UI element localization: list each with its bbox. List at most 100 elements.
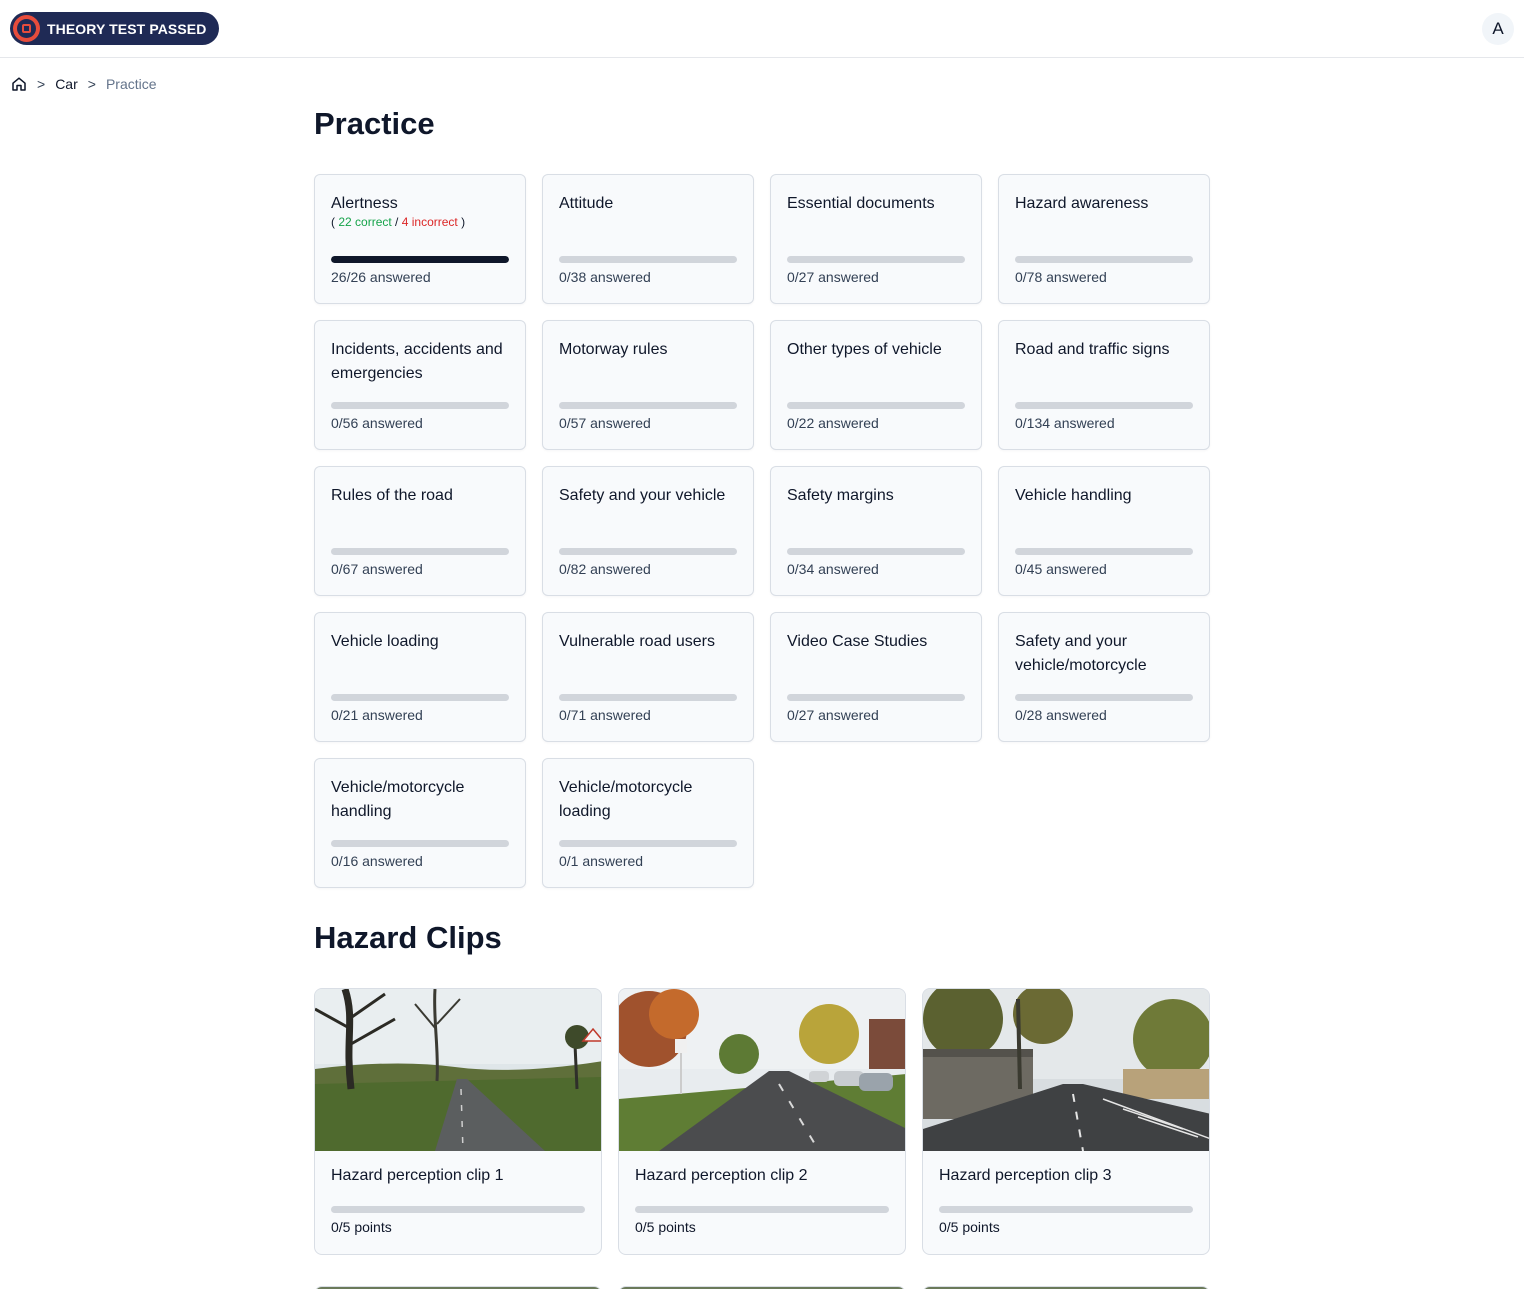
topic-title: Vehicle/motorcycle loading [559,779,693,820]
hazard-clips-grid: Hazard perception clip 1 0/5 points Haza… [314,988,1211,1255]
answered-count: 0/45 answered [1015,561,1107,577]
progress-bar [787,694,965,701]
clip-thumbnail-image [923,989,1209,1151]
progress-fill [331,256,509,263]
progress-bar [331,402,509,409]
practice-topic-card[interactable]: Vehicle/motorcycle loading 0/1 answered [542,758,754,888]
topic-title: Safety and your vehicle [559,487,726,504]
answered-count: 0/38 answered [559,269,651,285]
breadcrumb-separator: > [37,76,46,92]
answered-count: 0/82 answered [559,561,651,577]
practice-topic-card[interactable]: Rules of the road 0/67 answered [314,466,526,596]
practice-topic-card[interactable]: Safety and your vehicle 0/82 answered [542,466,754,596]
progress-bar [331,256,509,263]
answered-count: 0/16 answered [331,853,423,869]
answered-count: 0/1 answered [559,853,644,869]
practice-topic-card[interactable]: Alertness ( 22 correct / 4 incorrect ) 2… [314,174,526,304]
progress-bar [1015,548,1193,555]
hazard-clips-heading: Hazard Clips [314,920,502,955]
progress-bar [331,548,509,555]
practice-topic-card[interactable]: Vehicle loading 0/21 answered [314,612,526,742]
practice-topic-card[interactable]: Vehicle/motorcycle handling 0/16 answere… [314,758,526,888]
topic-title: Vulnerable road users [559,633,715,650]
score-paren: ( [331,215,335,229]
site-logo[interactable]: THEORY TEST PASSED [10,12,219,45]
progress-bar [635,1206,889,1213]
answered-count: 0/134 answered [1015,415,1115,431]
practice-topic-card[interactable]: Essential documents 0/27 answered [770,174,982,304]
incorrect-count: 4 incorrect [401,215,458,229]
clip-title: Hazard perception clip 3 [939,1167,1112,1184]
user-avatar[interactable]: A [1482,13,1514,45]
practice-topic-card[interactable]: Road and traffic signs 0/134 answered [998,320,1210,450]
clip-thumbnail-image [619,989,905,1151]
topic-title: Vehicle handling [1015,487,1132,504]
topic-title: Essential documents [787,195,935,212]
topic-title: Rules of the road [331,487,453,504]
topic-title: Incidents, accidents and emergencies [331,341,503,382]
breadcrumb-separator: > [87,76,96,92]
topic-title: Motorway rules [559,341,668,358]
progress-bar [1015,694,1193,701]
topic-title: Hazard awareness [1015,195,1149,212]
score-paren: ) [461,215,466,229]
practice-topic-card[interactable]: Video Case Studies 0/27 answered [770,612,982,742]
answered-count: 0/27 answered [787,707,879,723]
clip-points: 0/5 points [331,1219,392,1235]
practice-topic-card[interactable]: Vehicle handling 0/45 answered [998,466,1210,596]
practice-topic-card[interactable]: Other types of vehicle 0/22 answered [770,320,982,450]
logo-badge-icon [13,15,40,42]
home-icon[interactable] [11,76,27,92]
breadcrumb: > Car > Practice [11,75,157,93]
topic-title: Attitude [559,195,614,212]
hazard-clip-card[interactable]: Hazard perception clip 1 0/5 points [314,988,602,1255]
clip-points: 0/5 points [939,1219,1000,1235]
clip-thumbnail-image [315,989,601,1151]
topic-title: Safety and your vehicle/motorcycle [1015,633,1147,674]
clip-points: 0/5 points [635,1219,696,1235]
answered-count: 0/34 answered [787,561,879,577]
answered-count: 0/71 answered [559,707,651,723]
progress-bar [559,694,737,701]
progress-bar [787,548,965,555]
topic-title: Video Case Studies [787,633,928,650]
topic-title: Vehicle/motorcycle handling [331,779,465,820]
answered-count: 0/27 answered [787,269,879,285]
topic-title: Safety margins [787,487,894,504]
answered-count: 0/56 answered [331,415,423,431]
answered-count: 0/22 answered [787,415,879,431]
topic-title: Vehicle loading [331,633,439,650]
clip-title: Hazard perception clip 2 [635,1167,808,1184]
progress-bar [331,840,509,847]
answered-count: 0/67 answered [331,561,423,577]
practice-topic-card[interactable]: Hazard awareness 0/78 answered [998,174,1210,304]
practice-topic-card[interactable]: Vulnerable road users 0/71 answered [542,612,754,742]
breadcrumb-practice: Practice [105,76,157,92]
hazard-clip-card[interactable]: Hazard perception clip 3 0/5 points [922,988,1210,1255]
clip-title: Hazard perception clip 1 [331,1167,504,1184]
practice-topic-card[interactable]: Motorway rules 0/57 answered [542,320,754,450]
topic-title: Alertness [331,195,398,212]
correct-count: 22 correct [338,215,392,229]
progress-bar [1015,402,1193,409]
progress-bar [559,548,737,555]
practice-topic-card[interactable]: Safety margins 0/34 answered [770,466,982,596]
practice-topic-card[interactable]: Incidents, accidents and emergencies 0/5… [314,320,526,450]
progress-bar [787,402,965,409]
progress-bar [559,840,737,847]
progress-bar [939,1206,1193,1213]
practice-topic-grid: Alertness ( 22 correct / 4 incorrect ) 2… [314,174,1211,888]
answered-count: 26/26 answered [331,269,431,285]
practice-topic-card[interactable]: Safety and your vehicle/motorcycle 0/28 … [998,612,1210,742]
answered-count: 0/78 answered [1015,269,1107,285]
hazard-clip-card[interactable]: Hazard perception clip 2 0/5 points [618,988,906,1255]
practice-topic-card[interactable]: Attitude 0/38 answered [542,174,754,304]
answered-count: 0/57 answered [559,415,651,431]
breadcrumb-car[interactable]: Car [55,76,78,92]
progress-bar [331,1206,585,1213]
progress-bar [787,256,965,263]
logo-text: THEORY TEST PASSED [47,20,207,37]
topic-title: Road and traffic signs [1015,341,1170,358]
answered-count: 0/21 answered [331,707,423,723]
score-summary: ( 22 correct / 4 incorrect ) [331,215,465,229]
